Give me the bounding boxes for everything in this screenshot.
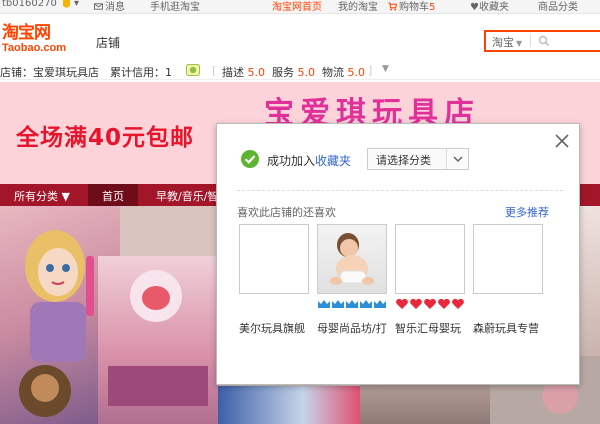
category-select-toggle[interactable] — [446, 149, 468, 169]
logo-en-text: Taobao.com — [2, 42, 66, 54]
search-scope-label: 淘宝 — [492, 36, 514, 49]
shop-name-link[interactable]: 宝爱琪玩具店 — [33, 66, 99, 79]
recommended-shop-image-1[interactable] — [239, 224, 309, 294]
chevron-down-icon — [453, 156, 463, 163]
dialog-divider — [237, 190, 563, 191]
search-icon[interactable] — [538, 34, 550, 48]
favorite-success-dialog: 成功加入收藏夹 请选择分类 喜欢此店铺的还喜欢 更多推荐 美尔玩具旗舰 母婴尚品… — [216, 123, 580, 385]
crown-rating-badges — [317, 298, 387, 310]
category-select[interactable]: 请选择分类 — [367, 148, 469, 170]
favorites-link[interactable]: ♥收藏夹 — [470, 0, 509, 13]
crown-icon — [318, 300, 386, 308]
categories-link[interactable]: 商品分类 — [538, 0, 578, 13]
mobile-link[interactable]: 手机逛淘宝 — [150, 0, 200, 13]
close-icon[interactable] — [553, 132, 571, 150]
toy-items-image[interactable] — [218, 386, 360, 424]
logistics-score: 5.0 — [347, 66, 366, 79]
recommended-shop-name-2[interactable]: 母婴尚品坊/打 — [317, 320, 387, 336]
cart-icon — [388, 2, 397, 11]
vip-badge-icon — [62, 0, 71, 11]
shop-label: 店铺： — [0, 66, 33, 79]
recommended-shop-image-3[interactable] — [395, 224, 465, 294]
heart-rating-badges — [395, 298, 465, 310]
nav-all-categories-label: 所有分类 — [14, 190, 58, 203]
banner-promo-text: 全场满40元包邮 — [16, 125, 195, 151]
credit-value: 1 — [165, 66, 172, 79]
taobao-home-link[interactable]: 淘宝网首页 — [272, 0, 322, 13]
my-taobao-link[interactable]: 我的淘宝 — [338, 0, 378, 13]
site-top-bar: tb0160270 ▾ 消息 手机逛淘宝 淘宝网首页 我的淘宝 购物车5 ♥收藏… — [0, 0, 600, 14]
rating-bracket-open: [ — [212, 64, 217, 77]
more-recommendations-link[interactable]: 更多推荐 — [505, 204, 549, 220]
search-box[interactable]: 淘宝 ▼ — [484, 30, 600, 52]
toy-box-image[interactable] — [98, 256, 218, 424]
shop-header: 淘宝网 Taobao.com 店铺 淘宝 ▼ — [0, 14, 600, 62]
recommended-shop-name-3[interactable]: 智乐汇母婴玩 — [395, 320, 461, 336]
username-link[interactable]: tb0160270 — [2, 0, 57, 9]
rating-bracket-close: ] — [368, 64, 373, 77]
cart-count: 5 — [429, 2, 436, 13]
success-message: 成功加入收藏夹 — [267, 152, 351, 169]
logo-cn-text: 淘宝网 — [2, 23, 51, 43]
heart-icon — [396, 298, 464, 309]
nav-home[interactable]: 首页 — [102, 188, 124, 204]
search-divider — [530, 35, 531, 47]
nav-all-categories[interactable]: 所有分类 ▼ — [14, 188, 70, 204]
chevron-down-icon[interactable]: ▼ — [382, 64, 389, 74]
messages-link[interactable]: 消息 — [94, 0, 125, 13]
dropdown-caret-icon[interactable]: ▾ — [74, 0, 79, 9]
favorites-label: 收藏夹 — [478, 2, 509, 13]
heart-icon: ♥ — [470, 2, 479, 13]
mail-icon — [94, 3, 103, 10]
cart-link[interactable]: 购物车5 — [388, 0, 435, 13]
recommended-shop-image-2[interactable] — [317, 224, 387, 294]
nav-early-education[interactable]: 早教/音乐/智 — [156, 188, 218, 204]
service-score: 5.0 — [297, 66, 316, 79]
recommend-title: 喜欢此店铺的还喜欢 — [237, 206, 336, 219]
messages-label: 消息 — [105, 2, 125, 13]
taobao-logo[interactable]: 淘宝网 Taobao.com — [2, 24, 78, 60]
desc-score: 5.0 — [247, 66, 266, 79]
check-circle-icon — [241, 150, 259, 168]
search-scope-select[interactable]: 淘宝 ▼ — [492, 34, 522, 50]
shop-info-bar: 店铺：宝爱琪玩具店 累计信用：1 [ 描述 5.0 服务 5.0 物流 5.0 … — [0, 62, 600, 80]
recommended-shop-image-4[interactable] — [473, 224, 543, 294]
credit-label: 累计信用： — [110, 66, 165, 79]
seller-level-icon — [186, 64, 200, 79]
chevron-down-icon: ▼ — [516, 39, 523, 48]
success-prefix: 成功加入 — [267, 154, 316, 168]
category-select-label: 请选择分类 — [376, 154, 431, 167]
favorites-folder-link[interactable]: 收藏夹 — [315, 154, 351, 168]
shop-section-label: 店铺 — [96, 36, 121, 50]
cart-label: 购物车 — [399, 2, 429, 13]
recommended-shop-name-1[interactable]: 美尔玩具旗舰 — [239, 320, 305, 336]
service-label: 服务 — [272, 66, 294, 79]
chevron-down-icon: ▼ — [61, 190, 70, 203]
recommended-shop-name-4[interactable]: 森蔚玩具专营 — [473, 320, 539, 336]
desc-label: 描述 — [222, 66, 244, 79]
logistics-label: 物流 — [322, 66, 344, 79]
